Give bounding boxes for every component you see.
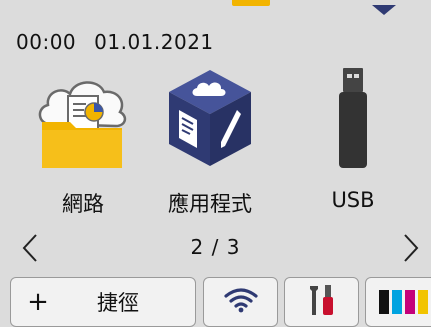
shortcut-label: 捷徑 [97,291,139,315]
wifi-button[interactable] [203,277,278,327]
app-network[interactable]: 網路 [13,62,153,216]
app-label: 網路 [62,192,104,216]
ink-levels-icon [378,290,428,314]
settings-button[interactable] [284,277,359,327]
app-label: USB [331,188,375,212]
usb-drive-icon [298,62,408,172]
printer-home-screen: 00:00 01.01.2021 網路 應用程式 USB 2 / 3 + 捷徑 [0,0,431,327]
app-usb[interactable]: USB [283,62,423,212]
clock-date: 01.01.2021 [94,30,214,54]
chevron-right-icon[interactable] [399,228,423,268]
ink-button[interactable] [365,277,431,327]
tools-icon [307,283,337,321]
partial-cube-icon [372,0,396,15]
page-indicator: 2 / 3 [190,235,241,259]
wifi-icon [223,287,259,317]
app-label: 應用程式 [168,192,252,216]
page-navigator: 2 / 3 [0,228,431,268]
status-bar: 00:00 01.01.2021 [16,30,214,54]
app-applications[interactable]: 應用程式 [140,62,280,216]
clock-time: 00:00 [16,30,77,54]
network-folder-cloud-icon [28,62,138,172]
apps-cube-icon [155,62,265,172]
plus-icon: + [27,287,49,317]
partial-yellow-icon [232,0,270,6]
shortcut-button[interactable]: + 捷徑 [10,277,196,327]
